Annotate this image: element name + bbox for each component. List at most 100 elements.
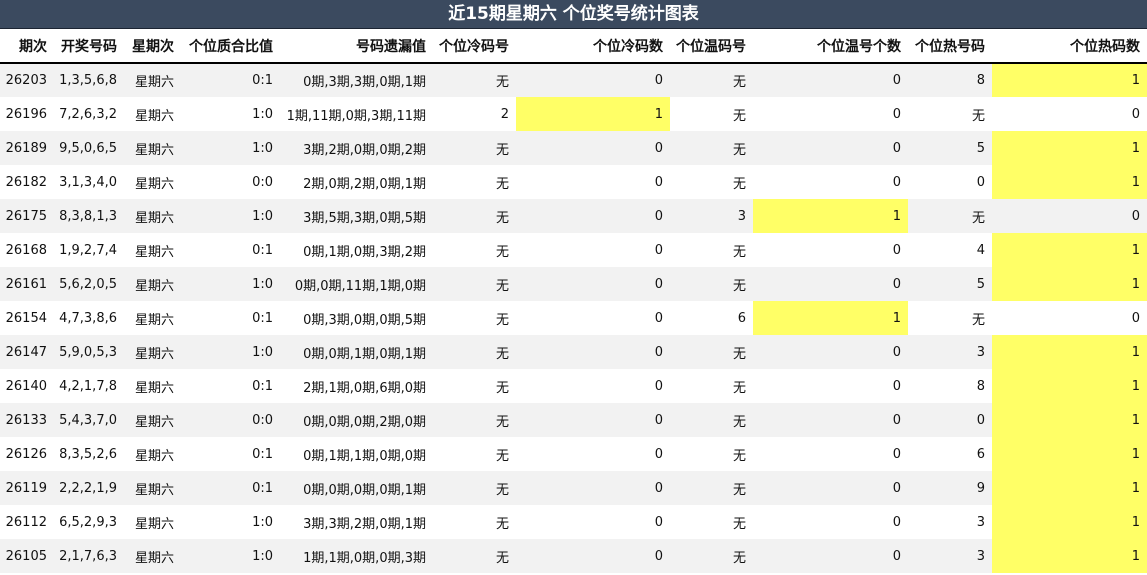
cell-warm-num: 3 [670,199,753,233]
table-row: 26105 2,1,7,6,3 星期六 1:0 1期,1期,0期,0期,3期无 0 无 0 3 1 [0,539,1147,573]
table-header-row: 期次 开奖号码 星期次 个位质合比值 号码遗漏值 个位冷码号 个位冷码数 个位温… [0,29,1147,64]
cell-hot-num: 9 [908,471,992,505]
cell-ratio: 1:0 [181,539,280,573]
cell-cold-count: 0 [516,437,670,471]
table-body: 26203 1,3,5,6,8 星期六 0:1 0期,3期,3期,0期,1期无 0 无 0 8 1… [0,63,1147,573]
cell-hot-count: 1 [992,335,1147,369]
cell-period: 26140 [0,369,54,403]
cell-warm-num: 无 [670,63,753,97]
cell-numbers: 1,3,5,6,8 [54,63,124,97]
cell-weekday: 星期六 [124,233,181,267]
cell-numbers: 8,3,5,2,6 [54,437,124,471]
cell-weekday: 星期六 [124,199,181,233]
cell-cold-num: 无 [433,505,516,539]
cell-cold-num: 无 [433,165,516,199]
cell-hot-count: 0 [992,199,1147,233]
cell-hot-count: 1 [992,505,1147,539]
cell-ratio: 0:1 [181,437,280,471]
cell-missing: 0期,3期,0期,0期,5期 [280,301,433,335]
table-row: 26140 4,2,1,7,8 星期六 0:1 2期,1期,0期,6期,0期无 0 无 0 8 1 [0,369,1147,403]
cell-period: 26196 [0,97,54,131]
cell-hot-count: 1 [992,63,1147,97]
cell-warm-count: 0 [753,369,908,403]
cell-ratio: 0:1 [181,301,280,335]
cell-numbers: 5,6,2,0,5 [54,267,124,301]
cell-period: 26105 [0,539,54,573]
cell-warm-count: 1 [753,301,908,335]
cell-warm-num: 无 [670,471,753,505]
cell-ratio: 1:0 [181,267,280,301]
cell-ratio: 1:0 [181,97,280,131]
cell-missing: 0期,0期,0期,0期,1期 [280,471,433,505]
cell-warm-count: 0 [753,471,908,505]
cell-warm-count: 0 [753,131,908,165]
cell-warm-num: 无 [670,97,753,131]
cell-numbers: 1,9,2,7,4 [54,233,124,267]
table-row: 26154 4,7,3,8,6 星期六 0:1 0期,3期,0期,0期,5期无 0 6 1 无 0 [0,301,1147,335]
cell-missing: 3期,5期,3期,0期,5期 [280,199,433,233]
cell-weekday: 星期六 [124,131,181,165]
cell-hot-count: 1 [992,165,1147,199]
cell-missing: 2期,1期,0期,6期,0期 [280,369,433,403]
cell-ratio: 0:1 [181,233,280,267]
cell-period: 26203 [0,63,54,97]
cell-hot-num: 无 [908,97,992,131]
cell-cold-count: 0 [516,369,670,403]
cell-period: 26147 [0,335,54,369]
cell-warm-num: 无 [670,233,753,267]
cell-period: 26189 [0,131,54,165]
cell-hot-num: 无 [908,199,992,233]
cell-cold-count: 0 [516,471,670,505]
header-missing: 号码遗漏值 [280,29,433,64]
table-row: 26133 5,4,3,7,0 星期六 0:0 0期,0期,0期,2期,0期无 0 无 0 0 1 [0,403,1147,437]
cell-period: 26182 [0,165,54,199]
table-row: 26126 8,3,5,2,6 星期六 0:1 0期,1期,1期,0期,0期无 0 无 0 6 1 [0,437,1147,471]
cell-cold-count: 0 [516,233,670,267]
cell-numbers: 3,1,3,4,0 [54,165,124,199]
cell-warm-count: 0 [753,539,908,573]
cell-cold-count: 0 [516,165,670,199]
cell-missing: 0期,1期,0期,3期,2期 [280,233,433,267]
cell-warm-num: 无 [670,403,753,437]
cell-missing: 0期,0期,0期,2期,0期 [280,403,433,437]
cell-hot-num: 无 [908,301,992,335]
cell-warm-num: 无 [670,437,753,471]
table-row: 26203 1,3,5,6,8 星期六 0:1 0期,3期,3期,0期,1期无 0 无 0 8 1 [0,63,1147,97]
table-row: 26147 5,9,0,5,3 星期六 1:0 0期,0期,1期,0期,1期无 0 无 0 3 1 [0,335,1147,369]
cell-weekday: 星期六 [124,63,181,97]
cell-warm-num: 无 [670,369,753,403]
cell-period: 26168 [0,233,54,267]
cell-ratio: 0:1 [181,369,280,403]
cell-numbers: 4,7,3,8,6 [54,301,124,335]
cell-hot-count: 1 [992,369,1147,403]
cell-cold-num: 无 [433,199,516,233]
cell-numbers: 6,5,2,9,3 [54,505,124,539]
cell-warm-count: 0 [753,165,908,199]
cell-period: 26133 [0,403,54,437]
cell-warm-num: 无 [670,165,753,199]
cell-cold-count: 0 [516,505,670,539]
cell-numbers: 4,2,1,7,8 [54,369,124,403]
cell-numbers: 5,4,3,7,0 [54,403,124,437]
cell-hot-num: 3 [908,539,992,573]
header-cold-num: 个位冷码号 [433,29,516,64]
cell-missing: 0期,1期,1期,0期,0期 [280,437,433,471]
cell-warm-count: 0 [753,403,908,437]
cell-warm-num: 无 [670,267,753,301]
stats-table: 期次 开奖号码 星期次 个位质合比值 号码遗漏值 个位冷码号 个位冷码数 个位温… [0,29,1147,573]
cell-hot-num: 5 [908,131,992,165]
cell-weekday: 星期六 [124,403,181,437]
cell-weekday: 星期六 [124,267,181,301]
header-period: 期次 [0,29,54,64]
cell-warm-num: 无 [670,505,753,539]
cell-cold-num: 无 [433,131,516,165]
header-numbers: 开奖号码 [54,29,124,64]
cell-warm-count: 0 [753,63,908,97]
cell-hot-num: 6 [908,437,992,471]
cell-cold-num: 无 [433,267,516,301]
cell-period: 26119 [0,471,54,505]
cell-hot-count: 1 [992,437,1147,471]
table-row: 26196 7,2,6,3,2 星期六 1:0 1期,11期,0期,3期,11期 2 1 无 0… [0,97,1147,131]
cell-cold-num: 无 [433,301,516,335]
header-hot-num: 个位热号码 [908,29,992,64]
